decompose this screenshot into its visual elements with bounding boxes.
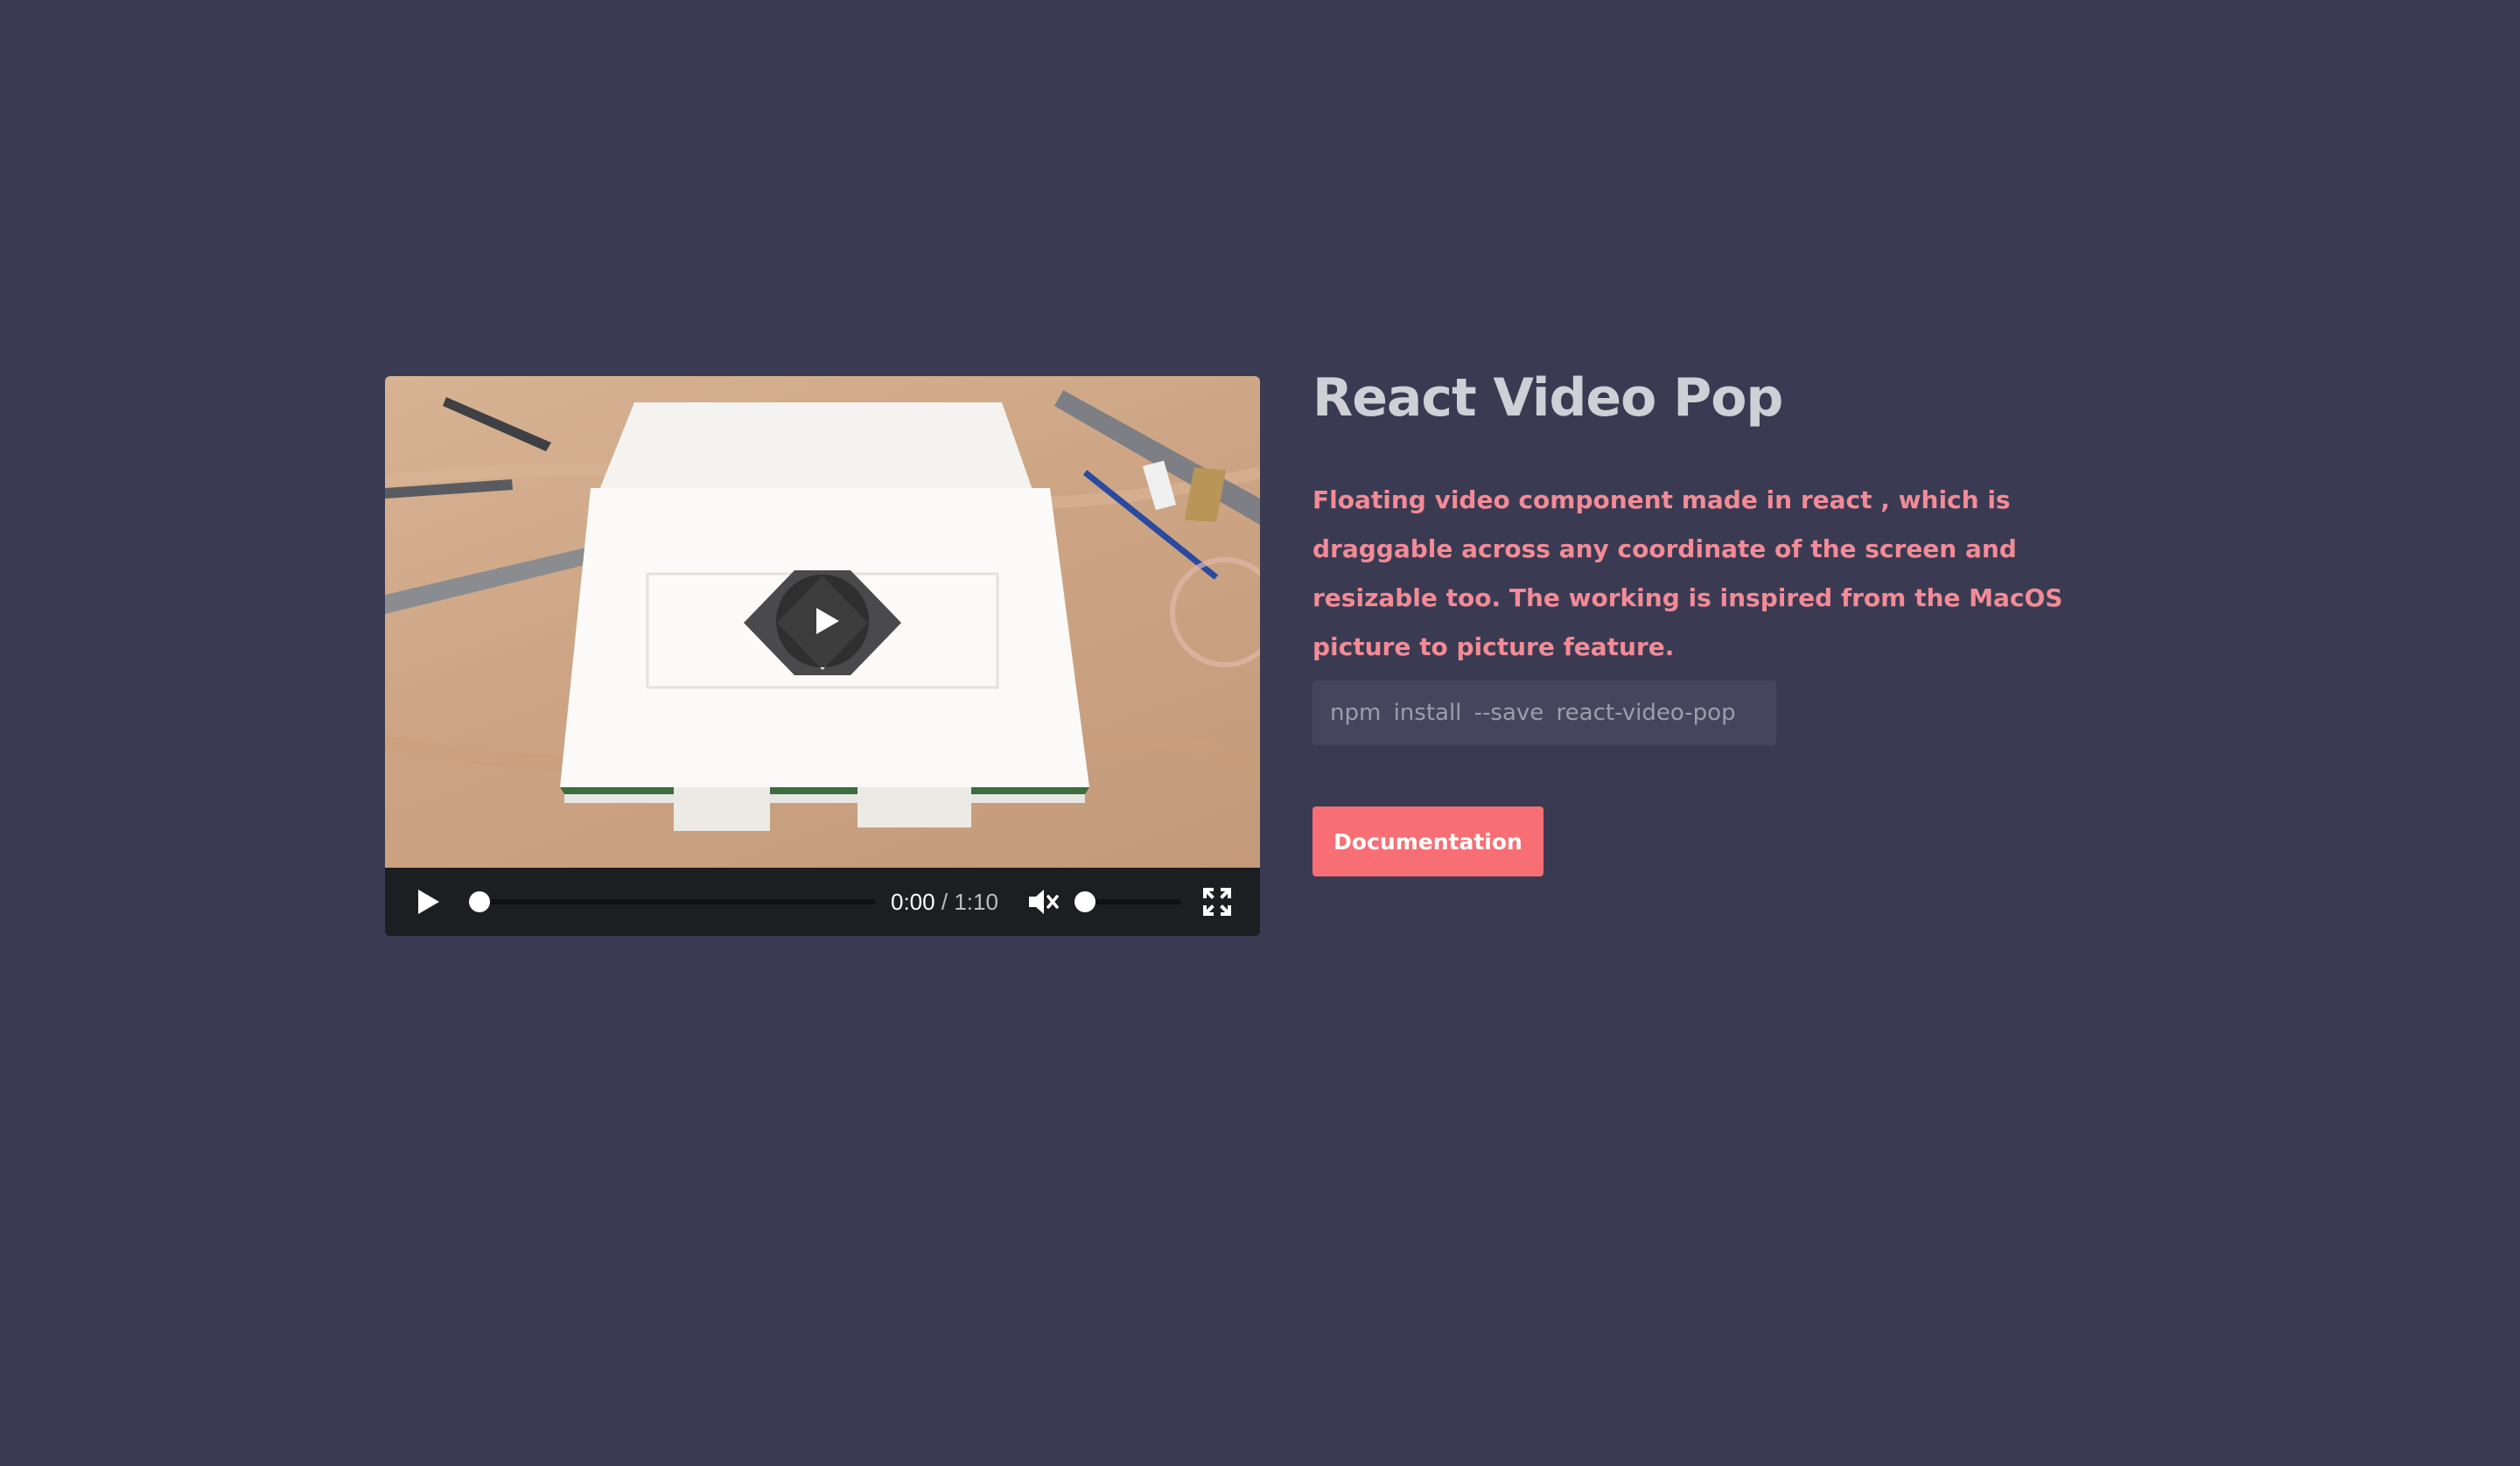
fullscreen-icon	[1203, 888, 1231, 916]
seek-thumb[interactable]	[469, 891, 490, 912]
documentation-button[interactable]: Documentation	[1312, 806, 1544, 876]
volume-slider[interactable]	[1074, 889, 1181, 915]
video-frame[interactable]	[385, 376, 1260, 868]
big-play-button[interactable]	[776, 575, 869, 667]
seek-bar[interactable]	[469, 889, 875, 915]
video-controls: 0:00 / 1:10	[385, 868, 1260, 936]
duration: 1:10	[954, 889, 998, 915]
volume-thumb[interactable]	[1074, 891, 1096, 912]
fullscreen-button[interactable]	[1202, 887, 1232, 917]
time-display: 0:00 / 1:10	[891, 889, 998, 915]
video-player[interactable]: 0:00 / 1:10	[385, 376, 1260, 936]
page-title: React Video Pop	[1312, 367, 1783, 429]
current-time: 0:00	[891, 889, 935, 915]
description: Floating video component made in react ,…	[1312, 485, 2063, 661]
time-separator: /	[941, 889, 948, 915]
mute-button[interactable]	[1027, 887, 1062, 917]
seek-track	[469, 899, 875, 904]
play-button[interactable]	[415, 889, 441, 915]
volume-muted-icon	[1029, 890, 1059, 914]
install-command[interactable]: npm install --save react-video-pop	[1312, 681, 1776, 745]
